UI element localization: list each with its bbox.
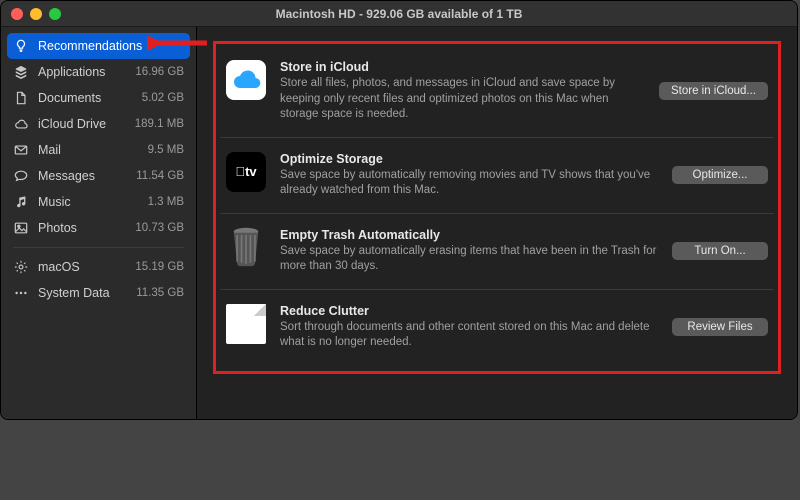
sidebar-item-applications[interactable]: Applications 16.96 GB bbox=[1, 59, 196, 85]
recommendation-empty-trash-automatically: Empty Trash Automatically Save space by a… bbox=[220, 213, 774, 289]
recommendation-title: Store in iCloud bbox=[280, 60, 645, 74]
close-icon[interactable] bbox=[11, 8, 23, 20]
sidebar-item-label: System Data bbox=[38, 284, 127, 302]
sidebar-item-size: 10.73 GB bbox=[135, 219, 184, 237]
sidebar-item-size: 16.96 GB bbox=[135, 63, 184, 81]
recommendation-title: Empty Trash Automatically bbox=[280, 228, 658, 242]
sidebar-item-label: Messages bbox=[38, 167, 127, 185]
icloud-icon bbox=[226, 60, 266, 100]
review-files-button[interactable]: Review Files bbox=[672, 318, 768, 336]
annotation-highlight: Store in iCloud Store all files, photos, … bbox=[213, 41, 781, 374]
sidebar-item-size: 9.5 MB bbox=[148, 141, 184, 159]
sidebar-item-macos[interactable]: macOS 15.19 GB bbox=[1, 254, 196, 280]
recommendation-description: Store all files, photos, and messages in… bbox=[280, 76, 645, 123]
titlebar: Macintosh HD - 929.06 GB available of 1 … bbox=[1, 1, 797, 27]
sidebar-item-label: Recommendations bbox=[38, 37, 175, 55]
sidebar-item-label: Applications bbox=[38, 63, 126, 81]
storage-window: Macintosh HD - 929.06 GB available of 1 … bbox=[0, 0, 798, 420]
sidebar-item-size: 11.54 GB bbox=[136, 167, 184, 185]
app-icon bbox=[13, 64, 29, 80]
sidebar-item-music[interactable]: Music 1.3 MB bbox=[1, 189, 196, 215]
minimize-icon[interactable] bbox=[30, 8, 42, 20]
sidebar-item-documents[interactable]: Documents 5.02 GB bbox=[1, 85, 196, 111]
recommendation-description: Save space by automatically erasing item… bbox=[280, 244, 658, 275]
sidebar-item-label: Mail bbox=[38, 141, 139, 159]
sidebar-item-label: Photos bbox=[38, 219, 126, 237]
recommendation-title: Optimize Storage bbox=[280, 152, 658, 166]
appletv-icon: tv bbox=[226, 152, 266, 192]
recommendations-pane: Store in iCloud Store all files, photos, … bbox=[197, 27, 797, 419]
mail-icon bbox=[13, 142, 29, 158]
sidebar-item-photos[interactable]: Photos 10.73 GB bbox=[1, 215, 196, 241]
msg-icon bbox=[13, 168, 29, 184]
sidebar: RecommendationsApplications16.96 GBDocum… bbox=[1, 27, 197, 419]
sidebar-item-label: macOS bbox=[38, 258, 126, 276]
sidebar-item-system-data[interactable]: System Data 11.35 GB bbox=[1, 280, 196, 306]
lightbulb-icon bbox=[13, 38, 29, 54]
turn-on-button[interactable]: Turn On... bbox=[672, 242, 768, 260]
sidebar-item-label: Music bbox=[38, 193, 139, 211]
music-icon bbox=[13, 194, 29, 210]
store-in-icloud-button[interactable]: Store in iCloud... bbox=[659, 82, 768, 100]
trash-icon bbox=[226, 228, 266, 268]
sidebar-item-size: 5.02 GB bbox=[142, 89, 184, 107]
gear-icon bbox=[13, 259, 29, 275]
sidebar-item-label: iCloud Drive bbox=[38, 115, 126, 133]
recommendation-title: Reduce Clutter bbox=[280, 304, 658, 318]
optimize-button[interactable]: Optimize... bbox=[672, 166, 768, 184]
recommendation-reduce-clutter: Reduce Clutter Sort through documents and… bbox=[220, 289, 774, 365]
sidebar-item-size: 15.19 GB bbox=[135, 258, 184, 276]
cloud-icon bbox=[13, 116, 29, 132]
sidebar-item-size: 11.35 GB bbox=[136, 284, 184, 302]
recommendation-description: Sort through documents and other content… bbox=[280, 320, 658, 351]
recommendation-optimize-storage: tv Optimize Storage Save space by automat… bbox=[220, 137, 774, 213]
sidebar-item-messages[interactable]: Messages 11.54 GB bbox=[1, 163, 196, 189]
sidebar-item-icloud-drive[interactable]: iCloud Drive 189.1 MB bbox=[1, 111, 196, 137]
sidebar-separator bbox=[13, 247, 184, 248]
zoom-icon[interactable] bbox=[49, 8, 61, 20]
sidebar-item-size: 1.3 MB bbox=[148, 193, 184, 211]
sidebar-item-size: 189.1 MB bbox=[135, 115, 184, 133]
window-controls bbox=[11, 8, 61, 20]
sidebar-item-recommendations[interactable]: Recommendations bbox=[7, 33, 190, 59]
sidebar-item-mail[interactable]: Mail 9.5 MB bbox=[1, 137, 196, 163]
window-title: Macintosh HD - 929.06 GB available of 1 … bbox=[1, 7, 797, 21]
document-icon bbox=[226, 304, 266, 344]
photo-icon bbox=[13, 220, 29, 236]
doc-icon bbox=[13, 90, 29, 106]
dots-icon bbox=[13, 285, 29, 301]
sidebar-item-label: Documents bbox=[38, 89, 133, 107]
recommendation-description: Save space by automatically removing mov… bbox=[280, 168, 658, 199]
recommendation-store-in-icloud: Store in iCloud Store all files, photos, … bbox=[220, 46, 774, 137]
